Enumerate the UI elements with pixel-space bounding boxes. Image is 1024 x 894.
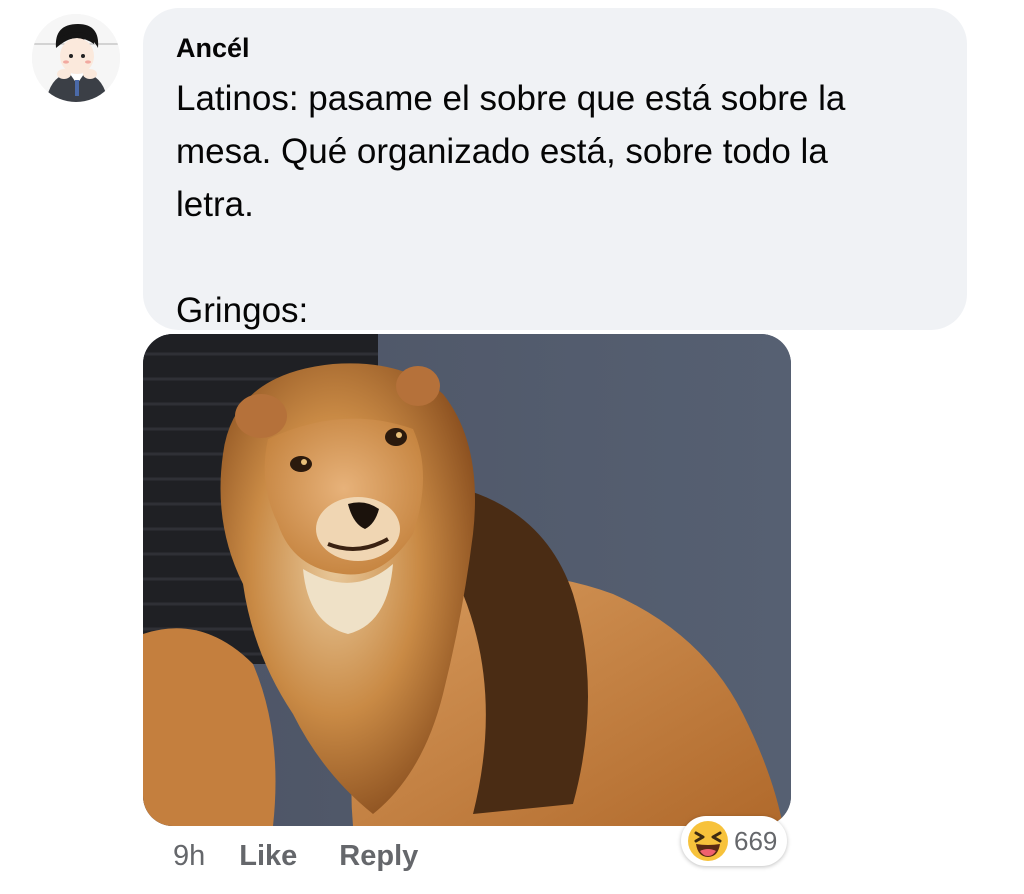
lion-photo: [143, 334, 791, 826]
haha-reaction-icon: [688, 821, 728, 861]
comment-timestamp[interactable]: 9h: [173, 840, 205, 873]
comment-author[interactable]: Ancél: [176, 30, 937, 66]
reply-button[interactable]: Reply: [339, 840, 418, 873]
comment-actions: 9h Like Reply: [173, 836, 460, 876]
comment-thread: Ancél Latinos: pasame el sobre que está …: [0, 0, 1024, 894]
avatar[interactable]: [32, 14, 120, 102]
comment-photo[interactable]: [143, 334, 791, 826]
comment-text: Latinos: pasame el sobre que está sobre …: [176, 79, 846, 330]
reaction-count: 669: [734, 825, 778, 856]
like-button[interactable]: Like: [239, 840, 297, 873]
reaction-summary[interactable]: 669: [681, 816, 788, 866]
avatar-illustration: [32, 14, 120, 102]
comment-bubble: Ancél Latinos: pasame el sobre que está …: [143, 8, 967, 330]
